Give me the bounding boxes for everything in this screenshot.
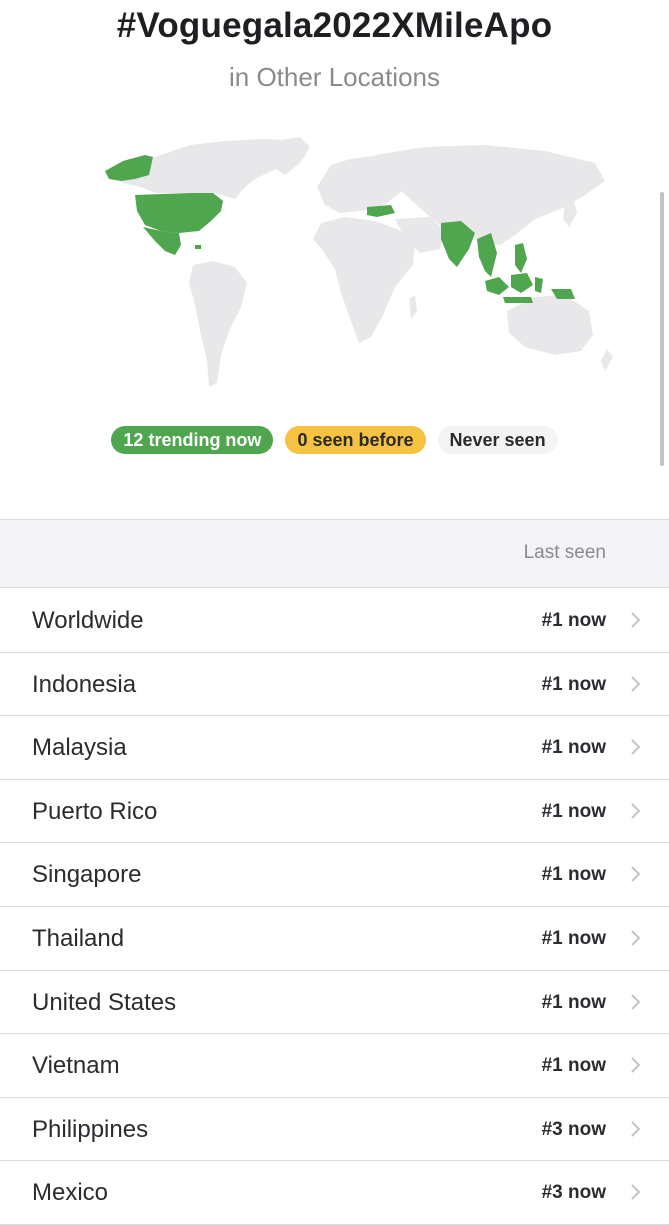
location-rank: #3 now: [541, 1118, 606, 1140]
location-name: Singapore: [32, 861, 142, 889]
location-name: Philippines: [32, 1115, 149, 1143]
map-region-indonesia: [485, 277, 509, 295]
map-region-puerto-rico: [195, 245, 201, 249]
chevron-right-icon: [631, 612, 641, 628]
legend-never-seen-badge: Never seen: [437, 426, 558, 454]
page-title: #Voguegala2022XMileApo: [116, 6, 553, 45]
location-rank: #3 now: [541, 1182, 606, 1204]
location-rank: #1 now: [541, 864, 606, 886]
map-region-borneo: [511, 273, 533, 293]
location-name: Mexico: [32, 1179, 109, 1207]
location-list: Worldwide #1 now Indonesia #1 now Malays…: [0, 589, 669, 1225]
list-item[interactable]: Puerto Rico #1 now: [0, 780, 669, 844]
map-land-madagascar: [409, 295, 417, 319]
chevron-right-icon: [631, 1184, 641, 1201]
list-item[interactable]: Philippines #3 now: [0, 1098, 669, 1162]
map-land-japan: [563, 197, 577, 227]
map-region-java: [503, 297, 533, 303]
location-rank: #1 now: [541, 800, 606, 822]
location-name: Thailand: [32, 924, 125, 952]
last-seen-column-header: Last seen: [523, 542, 606, 563]
location-rank: #1 now: [541, 927, 606, 949]
legend-seen-before-badge: 0 seen before: [285, 426, 426, 454]
legend-trending-badge: 12 trending now: [111, 426, 274, 454]
list-item[interactable]: Thailand #1 now: [0, 907, 669, 971]
map-land-south-america: [189, 261, 247, 387]
list-item[interactable]: Malaysia #1 now: [0, 716, 669, 780]
list-item[interactable]: United States #1 now: [0, 971, 669, 1035]
map-region-united-states: [135, 193, 223, 233]
chevron-right-icon: [631, 675, 641, 692]
location-rank: #1 now: [541, 673, 606, 695]
world-map: [105, 137, 613, 387]
chevron-right-icon: [631, 993, 641, 1010]
chevron-right-icon: [631, 739, 641, 755]
map-region-turkey: [367, 205, 395, 217]
list-item[interactable]: Indonesia #1 now: [0, 653, 669, 717]
location-name: Worldwide: [32, 607, 144, 634]
page-subtitle: in Other Locations: [228, 62, 440, 92]
legend: 12 trending now 0 seen before Never seen: [0, 426, 669, 454]
chevron-right-icon: [631, 1057, 641, 1073]
chevron-right-icon: [631, 866, 641, 883]
chevron-right-icon: [631, 803, 641, 819]
location-rank: #1 now: [541, 737, 606, 759]
map-land-australia: [507, 295, 593, 355]
scrollbar[interactable]: [660, 192, 664, 466]
list-item[interactable]: Mexico #3 now: [0, 1161, 669, 1225]
location-rank: #1 now: [541, 610, 606, 631]
location-name: Malaysia: [32, 734, 127, 762]
list-item[interactable]: Vietnam #1 now: [0, 1034, 669, 1098]
map-land-africa: [313, 217, 415, 343]
map-region-philippines: [515, 243, 527, 273]
location-rank: #1 now: [541, 1055, 606, 1077]
list-item[interactable]: Worldwide #1 now: [0, 589, 669, 653]
location-name: Puerto Rico: [32, 797, 158, 825]
location-rank: #1 now: [541, 991, 606, 1013]
list-item[interactable]: Singapore #1 now: [0, 843, 669, 907]
table-header: Last seen: [0, 519, 669, 588]
chevron-right-icon: [631, 930, 641, 946]
location-name: Indonesia: [32, 670, 137, 698]
chevron-right-icon: [631, 1121, 641, 1137]
map-land-new-zealand: [601, 349, 613, 371]
location-name: Vietnam: [32, 1052, 120, 1080]
map-region-sulawesi: [535, 277, 543, 293]
location-name: United States: [32, 988, 177, 1016]
